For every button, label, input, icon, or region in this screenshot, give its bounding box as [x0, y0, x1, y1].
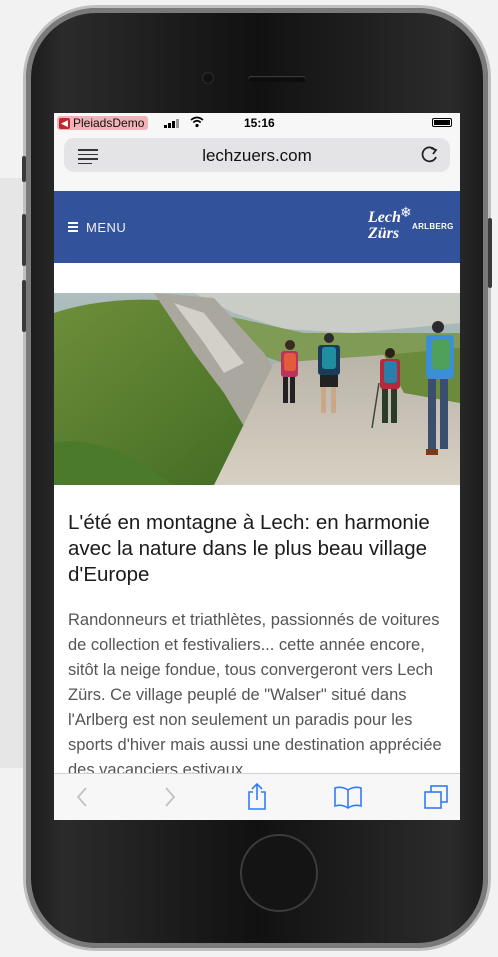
snowflake-icon: ❄	[400, 204, 412, 220]
article-body: Randonneurs et triathlètes, passionnés d…	[68, 611, 442, 779]
signal-strength-icon	[164, 119, 179, 128]
earpiece-speaker	[248, 76, 306, 82]
share-button[interactable]	[237, 782, 277, 812]
browser-toolbar	[54, 773, 460, 820]
back-arrow-icon: ◀	[59, 117, 70, 129]
back-to-app-pill[interactable]: ◀ PleiadsDemo	[57, 116, 149, 130]
chevron-right-icon	[165, 787, 176, 807]
browser-bar: lechzuers.com	[54, 133, 460, 191]
volume-up-button	[22, 214, 26, 266]
hamburger-icon	[68, 221, 78, 234]
carrier-name: PleiadsDemo	[73, 116, 145, 130]
tabs-icon	[424, 785, 448, 809]
back-button[interactable]	[62, 782, 102, 812]
power-button	[488, 218, 492, 288]
chevron-left-icon	[76, 787, 87, 807]
phone-screen: ◀ PleiadsDemo 15:16 lechzuers.com MENU L…	[54, 113, 460, 820]
hero-image	[54, 293, 460, 485]
bookmarks-icon	[334, 786, 362, 809]
battery-icon	[432, 118, 452, 127]
status-bar: ◀ PleiadsDemo 15:16	[54, 113, 460, 133]
bookmarks-button[interactable]	[328, 782, 368, 812]
brand-logo[interactable]: Lech ❄ Zürs ARLBERG	[362, 204, 454, 247]
menu-label: MENU	[86, 220, 127, 235]
home-button[interactable]	[240, 834, 318, 912]
url-text[interactable]: lechzuers.com	[64, 146, 450, 166]
logo-arlberg: ARLBERG	[412, 222, 454, 231]
stage: ◀ PleiadsDemo 15:16 lechzuers.com MENU L…	[0, 0, 498, 957]
clock: 15:16	[244, 116, 275, 130]
logo-line2: Zürs	[368, 225, 400, 242]
hikers-photo	[54, 293, 460, 485]
reload-icon[interactable]	[420, 144, 440, 166]
front-camera	[202, 72, 214, 84]
site-header: MENU Lech ❄ Zürs ARLBERG	[54, 191, 460, 263]
wifi-icon	[190, 116, 204, 128]
forward-button[interactable]	[150, 782, 190, 812]
tabs-button[interactable]	[416, 782, 456, 812]
article-title[interactable]: L'été en montagne à Lech: en harmonie av…	[68, 510, 454, 588]
mute-switch	[22, 156, 26, 182]
share-icon	[248, 783, 266, 810]
menu-button[interactable]: MENU	[68, 220, 126, 235]
address-bar[interactable]: lechzuers.com	[64, 138, 450, 172]
volume-down-button	[22, 280, 26, 332]
